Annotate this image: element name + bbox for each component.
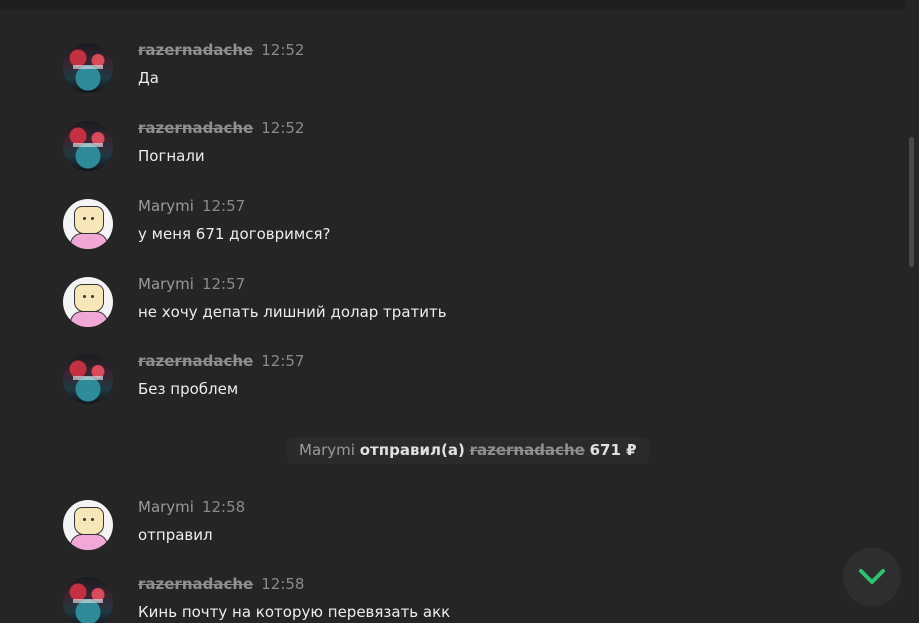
message-text: отправил [138,526,213,544]
message-text: у меня 671 договримся? [138,225,331,243]
author-name[interactable]: razernadache [138,41,253,59]
sender-name[interactable]: Marymi [299,441,355,459]
transfer-action: отправил(а) [359,441,465,459]
recipient-name[interactable]: razernadache [470,441,585,459]
avatar[interactable] [63,199,113,249]
transfer-notice: Marymi отправил(а) razernadache 671 ₽ [287,437,649,464]
author-name[interactable]: razernadache [138,352,253,370]
message-text: Кинь почту на которую перевязать акк [138,603,451,621]
chevron-down-icon [859,569,885,584]
timestamp: 12:52 [261,119,305,137]
timestamp: 12:58 [261,575,305,593]
message-item: Marymi 12:57 у меня 671 договримся? [0,197,900,259]
avatar[interactable] [63,500,113,550]
message-text: Без проблем [138,380,239,398]
top-edge [0,0,905,10]
avatar[interactable] [63,121,113,171]
timestamp: 12:52 [261,41,305,59]
message-item: razernadache 12:52 Погнали [0,119,900,181]
message-item: razernadache 12:52 Да [0,41,900,103]
timestamp: 12:57 [201,275,246,293]
scrollbar-thumb[interactable] [909,137,914,267]
author-name[interactable]: razernadache [138,119,253,137]
message-item: Marymi 12:57 не хочу депать лишний долар … [0,275,900,337]
timestamp: 12:57 [261,352,305,370]
timestamp: 12:57 [201,197,246,215]
avatar[interactable] [63,43,113,93]
avatar[interactable] [63,354,113,404]
message-item: razernadache 12:58 Кинь почту на которую … [0,575,900,623]
author-name[interactable]: Marymi [138,197,194,215]
avatar[interactable] [63,277,113,327]
message-text: Погнали [138,147,205,165]
scroll-down-button[interactable] [843,548,901,606]
message-item: razernadache 12:57 Без проблем [0,352,900,414]
transfer-amount: 671 ₽ [589,441,637,459]
message-text: не хочу депать лишний долар тратить [138,303,447,321]
author-name[interactable]: razernadache [138,575,253,593]
message-text: Да [138,69,159,87]
avatar[interactable] [63,577,113,623]
message-item: Marymi 12:58 отправил [0,498,900,560]
author-name[interactable]: Marymi [138,498,194,516]
timestamp: 12:58 [201,498,246,516]
chat-feed: razernadache 12:52 Да razernadache 12:52 П… [0,0,905,623]
author-name[interactable]: Marymi [138,275,194,293]
